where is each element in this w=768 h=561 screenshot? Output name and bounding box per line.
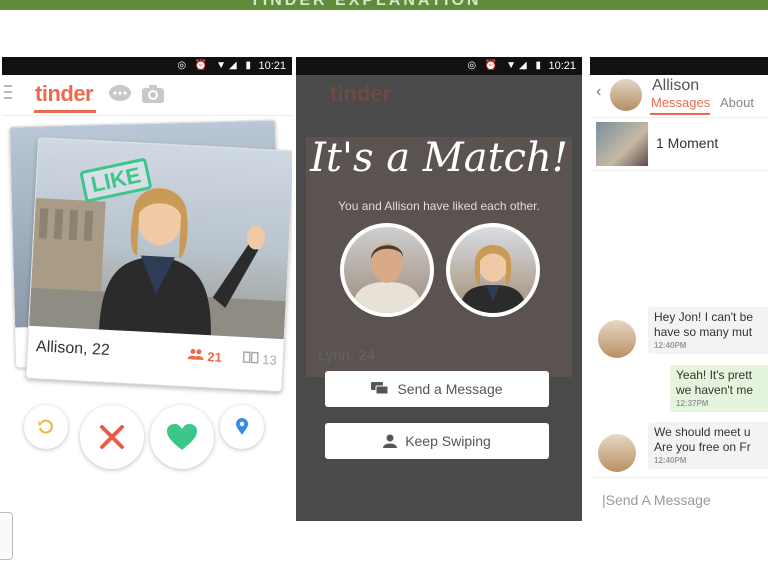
status-bar: ◎ ⏰ ▼◢ ▮ 10:21 — [296, 57, 582, 75]
person-icon — [383, 434, 398, 448]
tab-about[interactable]: About — [720, 95, 754, 110]
shared-friends-count: 21 — [187, 348, 222, 365]
match-subtitle: You and Allison have liked each other. — [338, 199, 540, 213]
chat-contact-name: Allison — [652, 77, 700, 94]
message-line: Are you free on Fr — [654, 440, 751, 454]
message-time: 12:37PM — [676, 399, 709, 408]
message-input[interactable]: |Send A Message — [590, 477, 768, 521]
match-avatar — [446, 223, 540, 317]
profile-photo: LIKE — [29, 138, 292, 340]
tab-messages[interactable]: Messages — [651, 95, 710, 110]
location-button[interactable] — [220, 405, 264, 449]
moment-thumbnail — [596, 122, 648, 166]
nope-button[interactable] — [80, 405, 144, 469]
keep-swiping-button[interactable]: Keep Swiping — [325, 423, 549, 459]
moment-row[interactable]: 1 Moment — [590, 118, 768, 171]
app-bar: tinder — [2, 75, 292, 116]
like-button[interactable] — [150, 405, 214, 469]
rewind-icon — [38, 419, 53, 434]
tinder-logo: tinder — [35, 81, 94, 106]
rewind-button[interactable] — [24, 405, 68, 449]
status-icons: ◎ ⏰ ▼◢ ▮ — [467, 60, 544, 71]
menu-icon[interactable] — [4, 85, 12, 103]
friends-count-value: 21 — [206, 349, 223, 365]
header-avatar[interactable] — [610, 79, 642, 111]
message-line: we haven't me — [676, 383, 753, 397]
top-banner: TINDER EXPLANATION — [0, 0, 768, 10]
dimmed-logo: tinder — [330, 81, 392, 106]
message-bubble: Yeah! It's prett we haven't me 12:37PM — [670, 365, 768, 412]
message-time: 12:40PM — [654, 341, 687, 350]
status-bar: ◎ ⏰ ▼◢ ▮ 10:21 — [2, 57, 292, 75]
location-pin-icon — [236, 418, 248, 435]
match-title: It's a Match! — [310, 135, 568, 181]
phone-chat-screen: ‹ Allison Messages About 1 Moment Hey Jo… — [590, 57, 768, 521]
message-avatar — [598, 320, 636, 358]
friends-icon — [187, 348, 204, 360]
dimmed-card-name: Lynn, 24 — [318, 347, 375, 364]
close-icon — [100, 425, 124, 449]
tab-messages-underline — [650, 113, 710, 115]
message-line: Hey Jon! I can't be — [654, 310, 754, 324]
status-bar — [590, 57, 768, 75]
send-message-label: Send a Message — [397, 381, 503, 397]
chat-icon[interactable] — [108, 84, 132, 109]
moment-label: 1 Moment — [656, 135, 719, 151]
message-line: We should meet u — [654, 425, 751, 439]
book-icon — [242, 351, 259, 364]
profile-card[interactable]: LIKE Allison, 22 21 13 — [25, 137, 292, 393]
message-bubble: Hey Jon! I can't be have so many mut 12:… — [648, 307, 768, 354]
chat-header: ‹ Allison Messages About — [590, 75, 768, 118]
interests-count-value: 13 — [261, 352, 278, 368]
message-bubble: We should meet u Are you free on Fr 12:4… — [648, 422, 768, 469]
profile-name: Allison, 22 — [35, 338, 111, 360]
message-avatar — [598, 434, 636, 472]
send-message-button[interactable]: Send a Message — [325, 371, 549, 407]
phone-match-screen: ◎ ⏰ ▼◢ ▮ 10:21 tinder Lynn, 24 It's a Ma… — [296, 57, 582, 521]
moments-icon[interactable] — [141, 84, 165, 109]
banner-text: TINDER EXPLANATION — [250, 0, 482, 9]
keep-swiping-label: Keep Swiping — [405, 433, 491, 449]
user-avatar — [340, 223, 434, 317]
message-input-placeholder: |Send A Message — [602, 492, 711, 508]
message-line: Yeah! It's prett — [676, 368, 752, 382]
chat-bubble-icon — [371, 382, 389, 395]
logo-underline — [34, 110, 96, 113]
message-time: 12:40PM — [654, 456, 687, 465]
status-time: 10:21 — [258, 60, 286, 72]
side-handle — [0, 512, 13, 560]
message-line: have so many mut — [654, 325, 753, 339]
heart-icon — [167, 424, 197, 450]
status-icons: ◎ ⏰ ▼◢ ▮ — [177, 60, 254, 71]
back-arrow-icon[interactable]: ‹ — [596, 83, 601, 101]
shared-interests-count: 13 — [242, 351, 277, 368]
phone-swipe-screen: ◎ ⏰ ▼◢ ▮ 10:21 tinder Jo — [2, 57, 292, 521]
status-time: 10:21 — [548, 60, 576, 72]
